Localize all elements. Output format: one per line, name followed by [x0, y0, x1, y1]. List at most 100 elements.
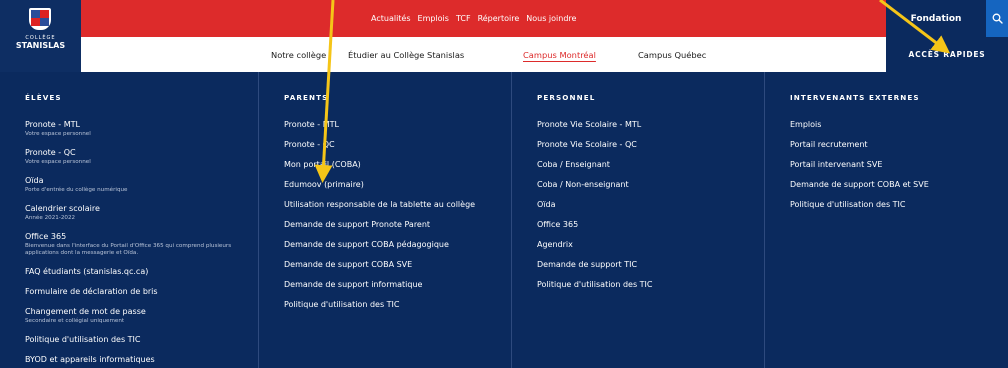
menu-link[interactable]: Demande de support Pronote Parent [284, 220, 511, 230]
menu-link[interactable]: Pronote - QC [25, 148, 258, 158]
menu-link[interactable]: Mon portail (COBA) [284, 160, 511, 170]
list-item[interactable]: Demande de support COBA pédagogique [284, 240, 511, 250]
list-item[interactable]: Oïda Porte d'entrée du collège numérique [25, 176, 258, 194]
menu-link[interactable]: Oïda [25, 176, 258, 186]
list-item[interactable]: Politique d'utilisation des TIC [537, 280, 764, 290]
menu-link-description: Votre espace personnel [25, 159, 91, 165]
list-item[interactable]: Agendrix [537, 240, 764, 250]
top-link-nous-joindre[interactable]: Nous joindre [526, 14, 576, 23]
list-item[interactable]: Pronote - MTL Votre espace personnel [25, 120, 258, 138]
fondation-button[interactable]: Fondation [886, 0, 986, 37]
menu-link[interactable]: Demande de support TIC [537, 260, 764, 270]
menu-link[interactable]: Politique d'utilisation des TIC [25, 335, 258, 345]
nav-etudier[interactable]: Étudier au Collège Stanislas [348, 37, 464, 72]
shield-logo-icon [27, 6, 53, 32]
nav-notre-college[interactable]: Notre collège [271, 37, 326, 72]
menu-link[interactable]: Pronote - MTL [284, 120, 511, 130]
menu-link[interactable]: Office 365 [25, 232, 258, 242]
top-link-emplois[interactable]: Emplois [418, 14, 449, 23]
list-item[interactable]: Coba / Enseignant [537, 160, 764, 170]
list-item[interactable]: Pronote - MTL [284, 120, 511, 130]
column-intervenants-externes: INTERVENANTS EXTERNES Emplois Portail re… [764, 72, 1008, 368]
menu-link[interactable]: Calendrier scolaire [25, 204, 258, 214]
menu-link-description: Votre espace personnel [25, 131, 91, 137]
list-item[interactable]: Pronote - QC Votre espace personnel [25, 148, 258, 166]
menu-link[interactable]: FAQ étudiants (stanislas.qc.ca) [25, 267, 258, 277]
list-item[interactable]: Demande de support informatique [284, 280, 511, 290]
top-link-tcf[interactable]: TCF [456, 14, 471, 23]
search-icon [992, 13, 1003, 24]
menu-link[interactable]: Office 365 [537, 220, 764, 230]
menu-link[interactable]: Oïda [537, 200, 764, 210]
column-eleves: ÉLÈVES Pronote - MTL Votre espace person… [0, 72, 258, 368]
list-item[interactable]: Oïda [537, 200, 764, 210]
menu-link[interactable]: Emplois [790, 120, 1008, 130]
top-links: Actualités Emplois TCF Répertoire Nous j… [371, 0, 576, 37]
list-item[interactable]: Utilisation responsable de la tablette a… [284, 200, 511, 210]
list-item[interactable]: Formulaire de déclaration de bris [25, 287, 258, 297]
menu-link[interactable]: Politique d'utilisation des TIC [790, 200, 1008, 210]
column-heading: ÉLÈVES [25, 93, 62, 102]
list-item[interactable]: Portail intervenant SVE [790, 160, 1008, 170]
nav-campus-montreal[interactable]: Campus Montréal [523, 37, 596, 72]
top-link-actualites[interactable]: Actualités [371, 14, 411, 23]
site-logo[interactable]: COLLÈGE STANISLAS [0, 0, 81, 72]
list-item[interactable]: Demande de support COBA et SVE [790, 180, 1008, 190]
list-item[interactable]: Mon portail (COBA) [284, 160, 511, 170]
column-heading: PERSONNEL [537, 93, 596, 102]
list-item[interactable]: Pronote Vie Scolaire - MTL [537, 120, 764, 130]
list-item[interactable]: Demande de support Pronote Parent [284, 220, 511, 230]
menu-link[interactable]: Utilisation responsable de la tablette a… [284, 200, 494, 210]
list-item[interactable]: Pronote Vie Scolaire - QC [537, 140, 764, 150]
nav-campus-quebec[interactable]: Campus Québec [638, 37, 706, 72]
menu-link[interactable]: Changement de mot de passe [25, 307, 258, 317]
menu-link[interactable]: Demande de support COBA SVE [284, 260, 511, 270]
menu-link-description: Bienvenue dans l'interface du Portail d'… [25, 243, 232, 256]
menu-link[interactable]: Demande de support COBA et SVE [790, 180, 1008, 190]
list-item[interactable]: Demande de support TIC [537, 260, 764, 270]
top-link-repertoire[interactable]: Répertoire [478, 14, 520, 23]
list-item[interactable]: Edumoov (primaire) [284, 180, 511, 190]
menu-link[interactable]: Edumoov (primaire) [284, 180, 511, 190]
menu-link[interactable]: Formulaire de déclaration de bris [25, 287, 258, 297]
menu-link[interactable]: Coba / Non-enseignant [537, 180, 764, 190]
logo-name: STANISLAS [15, 41, 66, 50]
column-heading: PARENTS [284, 93, 329, 102]
column-heading: INTERVENANTS EXTERNES [790, 93, 920, 102]
list-item[interactable]: Pronote - QC [284, 140, 511, 150]
acces-rapides-button[interactable]: ACCÈS RAPIDES [886, 37, 1008, 72]
menu-link[interactable]: Pronote Vie Scolaire - MTL [537, 120, 764, 130]
search-button[interactable] [986, 0, 1008, 37]
list-item[interactable]: Demande de support COBA SVE [284, 260, 511, 270]
list-item[interactable]: FAQ étudiants (stanislas.qc.ca) [25, 267, 258, 277]
list-item[interactable]: Coba / Non-enseignant [537, 180, 764, 190]
list-item[interactable]: Calendrier scolaire Année 2021-2022 [25, 204, 258, 222]
menu-link[interactable]: Politique d'utilisation des TIC [537, 280, 764, 290]
acces-rapides-menu: ÉLÈVES Pronote - MTL Votre espace person… [0, 72, 1008, 368]
menu-link[interactable]: Politique d'utilisation des TIC [284, 300, 511, 310]
menu-link[interactable]: Pronote - QC [284, 140, 511, 150]
main-navigation [0, 37, 1008, 72]
column-personnel: PERSONNEL Pronote Vie Scolaire - MTL Pro… [511, 72, 764, 368]
menu-link[interactable]: Pronote Vie Scolaire - QC [537, 140, 764, 150]
menu-link[interactable]: BYOD et appareils informatiques [25, 355, 258, 365]
list-item[interactable]: BYOD et appareils informatiques [25, 355, 258, 365]
list-item[interactable]: Portail recrutement [790, 140, 1008, 150]
menu-link[interactable]: Coba / Enseignant [537, 160, 764, 170]
list-item[interactable]: Emplois [790, 120, 1008, 130]
list-item[interactable]: Office 365 [537, 220, 764, 230]
list-item[interactable]: Politique d'utilisation des TIC [790, 200, 1008, 210]
menu-link[interactable]: Demande de support informatique [284, 280, 511, 290]
menu-link-description: Porte d'entrée du collège numérique [25, 187, 128, 193]
list-item[interactable]: Politique d'utilisation des TIC [25, 335, 258, 345]
list-item[interactable]: Office 365 Bienvenue dans l'interface du… [25, 232, 258, 257]
menu-link-description: Secondaire et collégial uniquement [25, 318, 125, 324]
menu-link[interactable]: Portail intervenant SVE [790, 160, 1008, 170]
menu-link[interactable]: Demande de support COBA pédagogique [284, 240, 511, 250]
menu-link[interactable]: Agendrix [537, 240, 764, 250]
menu-link-description: Année 2021-2022 [25, 215, 76, 221]
menu-link[interactable]: Portail recrutement [790, 140, 1008, 150]
list-item[interactable]: Changement de mot de passe Secondaire et… [25, 307, 258, 325]
menu-link[interactable]: Pronote - MTL [25, 120, 258, 130]
list-item[interactable]: Politique d'utilisation des TIC [284, 300, 511, 310]
